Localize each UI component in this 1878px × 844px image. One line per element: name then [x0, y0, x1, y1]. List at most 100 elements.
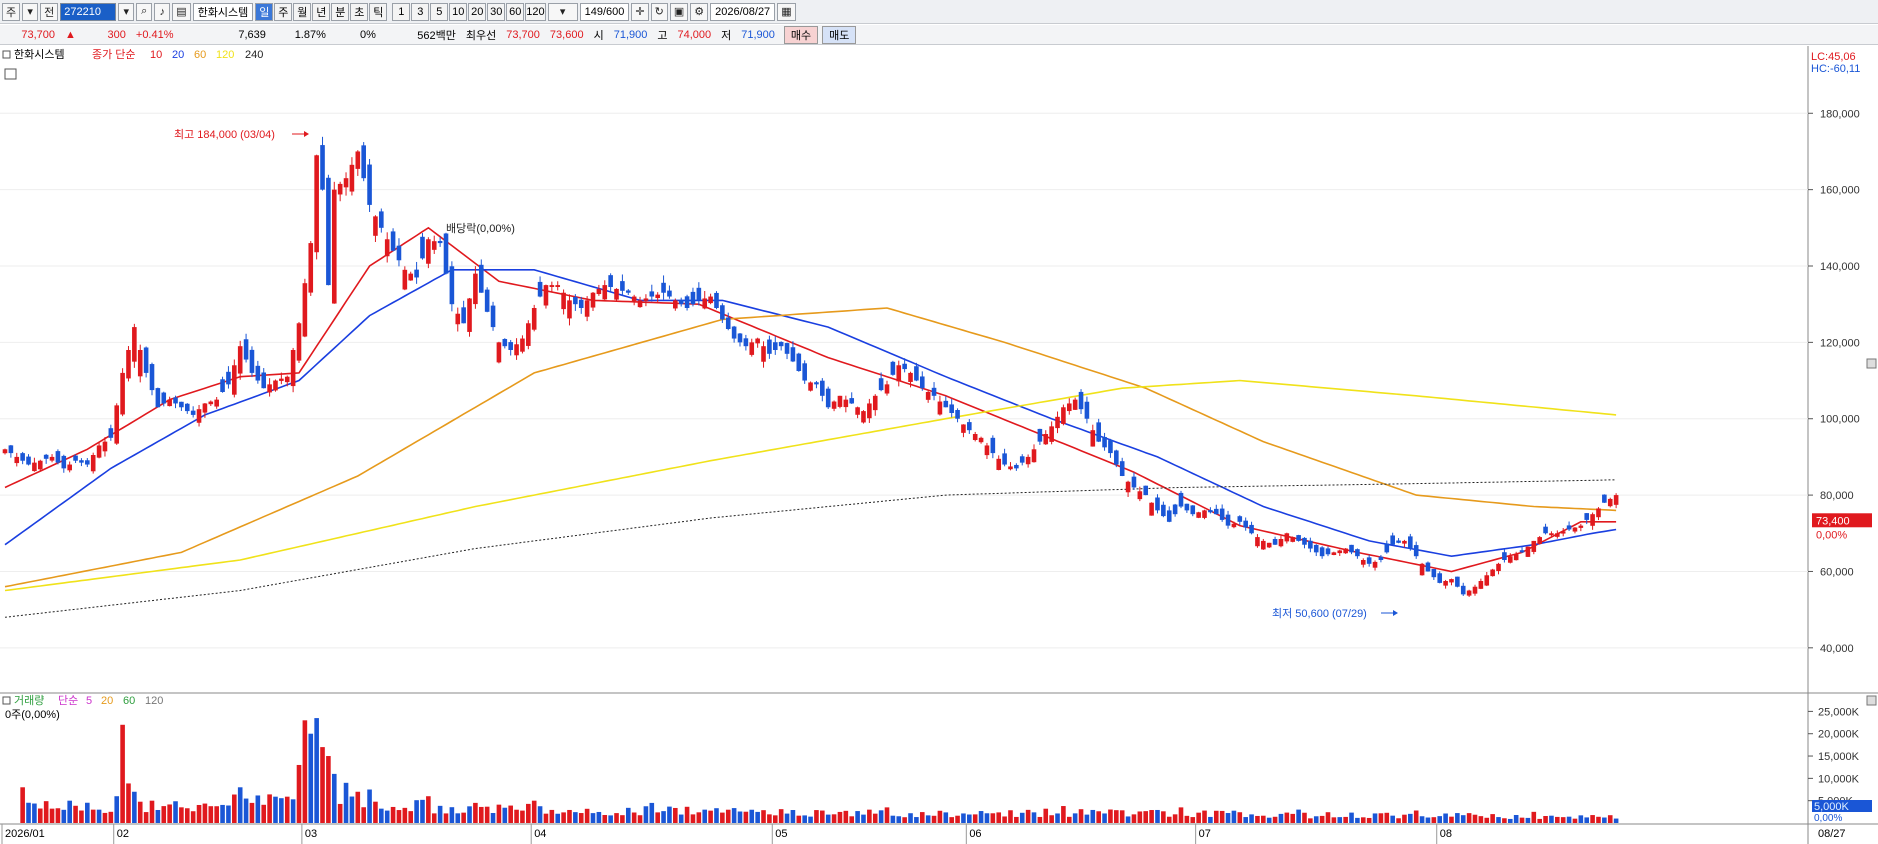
volume-bar: [890, 815, 896, 823]
volume-bar: [1225, 813, 1231, 823]
interval-button-3[interactable]: 3: [411, 2, 430, 21]
candle-body: [720, 305, 725, 320]
volume-bar: [814, 810, 819, 823]
volume-bar: [443, 813, 449, 823]
save-icon[interactable]: ▣: [669, 2, 689, 21]
candle-body: [232, 365, 237, 395]
volume-bar: [349, 796, 355, 823]
volume-bar: [1537, 818, 1542, 823]
volume-bar: [1166, 816, 1172, 823]
calendar-icon[interactable]: ▦: [777, 2, 796, 21]
candle-body: [220, 379, 225, 392]
crosshair-icon[interactable]: ✛: [631, 2, 649, 21]
volume-panel-close-icon[interactable]: [1866, 695, 1877, 706]
price-change-pct: +0.41%: [135, 28, 174, 41]
candle-body: [673, 300, 678, 309]
price-change: 300: [107, 28, 126, 41]
sell-button[interactable]: 매도: [822, 25, 857, 44]
gear-icon[interactable]: ⚙: [690, 2, 709, 21]
interval-button-10[interactable]: 10: [449, 2, 468, 21]
volume-bar: [1460, 815, 1466, 823]
volume-bar: [1019, 812, 1025, 823]
candle-body: [767, 339, 772, 354]
volume-bar: [937, 810, 943, 823]
buy-button[interactable]: 매수: [783, 25, 819, 44]
volume-bar: [1231, 810, 1237, 823]
volume-bar: [1607, 815, 1613, 823]
candle-body: [1343, 548, 1348, 554]
volume-bar: [431, 813, 437, 823]
candle-body: [1025, 456, 1031, 465]
volume-bar: [931, 815, 937, 823]
dropdown-icon[interactable]: ▾: [22, 2, 39, 21]
period-button-1[interactable]: 주: [274, 2, 293, 21]
volume-bar: [967, 814, 972, 823]
interval-button-20[interactable]: 20: [468, 2, 487, 21]
candle-body: [143, 347, 149, 373]
stock-chart[interactable]: 40,000 60,000 80,000 100,000 120,000 140,000 1…: [0, 46, 1878, 844]
candle-body: [1390, 535, 1395, 545]
volume-bar: [337, 803, 343, 823]
candle-body: [1090, 430, 1096, 447]
period-button-6[interactable]: 틱: [369, 2, 388, 21]
candle-body: [1502, 552, 1507, 560]
candle-body: [1272, 539, 1278, 545]
price-panel-collapse-icon[interactable]: [1866, 358, 1877, 369]
interval-button-60[interactable]: 60: [506, 2, 525, 21]
candle-body: [1196, 512, 1201, 518]
volume-bar: [1002, 816, 1007, 823]
date-field[interactable]: 2026/08/27: [710, 2, 776, 21]
chart-background: [0, 46, 1808, 844]
refresh-icon[interactable]: ↻: [650, 2, 668, 21]
volume-bar: [649, 802, 655, 823]
candle-body: [1161, 504, 1166, 517]
volume-bar: [396, 810, 402, 823]
candle-body: [1349, 544, 1354, 553]
volume-last-label: 5,000K: [1814, 801, 1850, 813]
volume-bar: [596, 811, 602, 823]
volume-bar: [237, 787, 243, 823]
menu-icon[interactable]: ▤: [172, 2, 191, 21]
search-icon[interactable]: ⌕: [136, 2, 153, 21]
candle-body: [1219, 508, 1225, 520]
interval-button-5[interactable]: 5: [430, 2, 449, 21]
candle-body: [749, 342, 755, 355]
candle-body: [684, 296, 690, 308]
volume-bar: [1590, 815, 1595, 823]
period-button-4[interactable]: 분: [331, 2, 350, 21]
sound-icon[interactable]: ♪: [154, 2, 171, 21]
period-button-5[interactable]: 초: [350, 2, 369, 21]
candle-body: [1114, 450, 1119, 465]
volume-legend-ma-label: 단순: [58, 694, 78, 707]
candle-body: [1537, 537, 1542, 544]
candle-body: [443, 233, 449, 274]
interval-button-1[interactable]: 1: [392, 2, 411, 21]
volume-bar: [1466, 813, 1472, 823]
volume-bar: [884, 807, 890, 823]
period-button-2[interactable]: 월: [293, 2, 312, 21]
period-button-3[interactable]: 년: [312, 2, 331, 21]
scope-select[interactable]: 전: [40, 2, 59, 21]
interval-button-120[interactable]: 120: [525, 2, 546, 21]
volume-bar: [955, 815, 960, 823]
interval-dropdown-icon[interactable]: ▾: [547, 2, 578, 21]
date-label: 2026/01: [5, 828, 45, 840]
market-select[interactable]: 주: [2, 2, 21, 21]
volume-bar: [1272, 816, 1278, 823]
count-field[interactable]: 149/600: [579, 2, 630, 21]
chevron-down-icon[interactable]: ▾: [118, 2, 135, 21]
candle-body: [702, 298, 708, 309]
volume-bar: [925, 815, 931, 823]
interval-button-30[interactable]: 30: [487, 2, 506, 21]
price-tick-label: 40,000: [1820, 643, 1854, 655]
quote-bar: 73,700 ▲ 300 +0.41% 7,639 1.87% 0% 562백만…: [0, 25, 1878, 45]
legend-ma-240: 240: [245, 49, 263, 61]
candle-body: [1602, 494, 1607, 503]
lc-label: LC:45,06: [1811, 51, 1856, 63]
volume-bar: [320, 747, 325, 823]
volume-bar: [1119, 810, 1125, 823]
candle-body: [1014, 464, 1019, 469]
period-button-0[interactable]: 일: [255, 2, 274, 21]
up-arrow-icon: ▲: [65, 28, 76, 41]
stock-code-input[interactable]: 272210: [60, 2, 117, 21]
